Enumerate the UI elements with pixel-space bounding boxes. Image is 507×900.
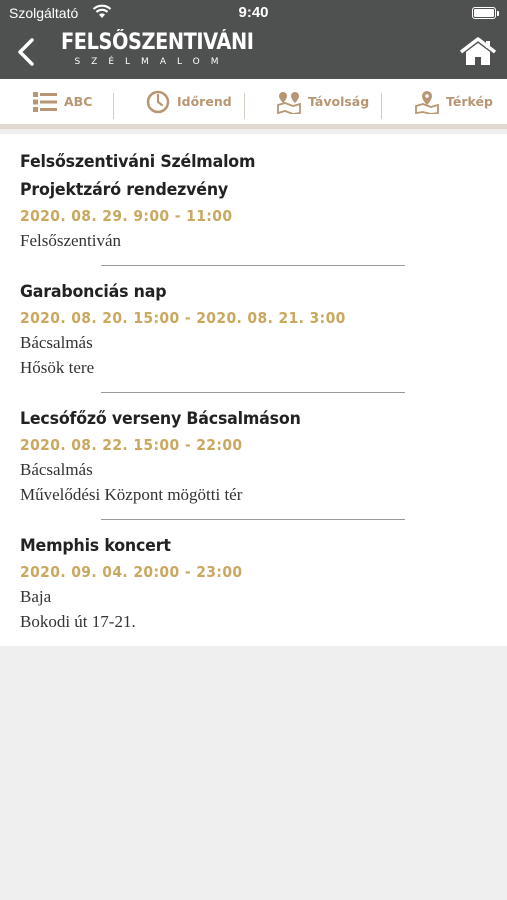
sort-toolbar: ABC Időrend Távolság Térkép: [0, 79, 507, 129]
toolbar-divider: [381, 93, 382, 119]
clock-time: 9:40: [238, 4, 269, 21]
event-date: 2020. 08. 20. 15:00 - 2020. 08. 21. 3:00: [20, 309, 346, 327]
home-icon: [459, 37, 497, 65]
event-address: Bokodi út 17-21.: [20, 612, 136, 631]
brand-logo: FELSŐSZENTIVÁNI SZÉLMALOM: [61, 30, 254, 68]
event-location: Felsőszentiván: [20, 231, 122, 250]
toolbar-divider: [113, 93, 114, 119]
tab-chronological-label: Időrend: [177, 94, 232, 109]
event-location: Bácsalmás: [20, 333, 93, 352]
event-date: 2020. 08. 29. 9:00 - 11:00: [20, 207, 233, 225]
event-title: Garabonciás nap: [20, 282, 167, 302]
tab-map-label: Térkép: [446, 94, 493, 109]
home-button[interactable]: [459, 37, 497, 67]
list-item[interactable]: Garabonciás nap 2020. 08. 20. 15:00 - 20…: [20, 278, 490, 380]
event-title: Felsőszentiváni Szélmalom: [20, 152, 256, 172]
divider: [101, 265, 405, 266]
event-date: 2020. 09. 04. 20:00 - 23:00: [20, 563, 243, 581]
list-item[interactable]: Lecsófőző verseny Bácsalmáson 2020. 08. …: [20, 405, 490, 507]
status-bar: Szolgáltató 9:40: [0, 0, 507, 26]
tab-map[interactable]: Térkép: [415, 79, 493, 124]
event-title: Lecsófőző verseny Bácsalmáson: [20, 409, 301, 429]
tab-abc-label: ABC: [64, 94, 93, 109]
abc-list-icon: [33, 91, 57, 112]
event-address: Hősök tere: [20, 358, 95, 377]
event-title: Projektzáró rendezvény: [20, 180, 229, 200]
event-location: Bácsalmás: [20, 460, 93, 479]
toolbar-divider: [244, 93, 245, 119]
clock-icon: [146, 90, 170, 113]
list-item[interactable]: Memphis koncert 2020. 09. 04. 20:00 - 23…: [20, 532, 490, 634]
tab-chronological[interactable]: Időrend: [146, 79, 232, 124]
app-header: Szolgáltató 9:40 FELSŐSZENTIVÁNI SZÉLMAL…: [0, 0, 507, 79]
divider: [101, 392, 405, 393]
list-item[interactable]: Felsőszentiváni Szélmalom Projektzáró re…: [20, 148, 490, 253]
tab-abc[interactable]: ABC: [33, 79, 92, 124]
tab-distance[interactable]: Távolság: [277, 79, 369, 124]
event-location: Baja: [20, 587, 52, 606]
map-icon: [415, 90, 439, 114]
battery-icon: [472, 7, 499, 19]
event-address: Művelődési Központ mögötti tér: [20, 485, 243, 504]
event-date: 2020. 08. 22. 15:00 - 22:00: [20, 436, 243, 454]
brand-title: FELSŐSZENTIVÁNI: [61, 30, 254, 55]
chevron-left-icon: [18, 38, 34, 66]
event-title: Memphis koncert: [20, 536, 171, 556]
back-button[interactable]: [13, 37, 39, 67]
divider: [101, 519, 405, 520]
map-pin-distance-icon: [277, 91, 301, 114]
tab-distance-label: Távolság: [308, 94, 370, 109]
event-list: Felsőszentiváni Szélmalom Projektzáró re…: [0, 134, 507, 646]
brand-subtitle: SZÉLMALOM: [74, 57, 230, 67]
